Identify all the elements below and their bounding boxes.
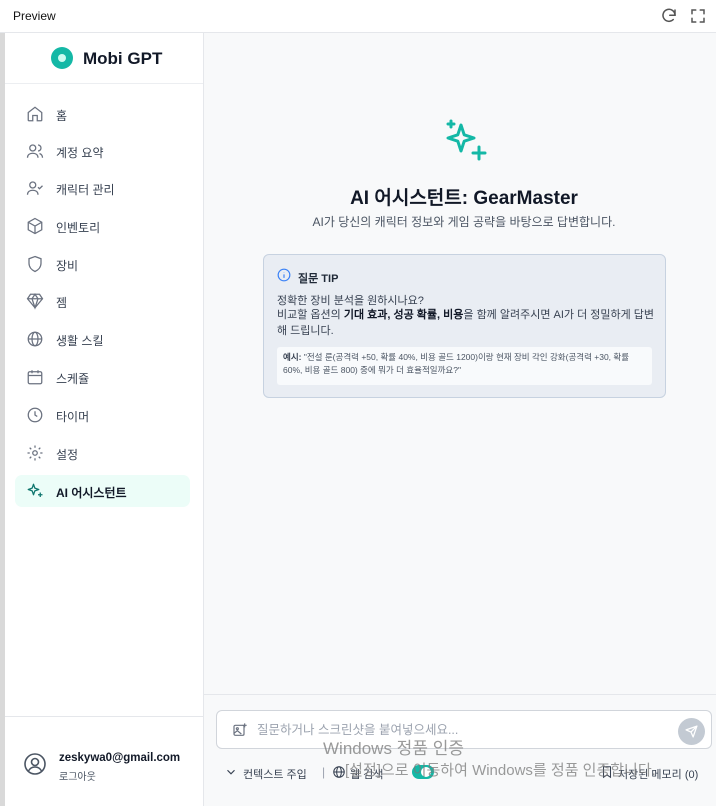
calendar-icon bbox=[26, 368, 44, 386]
globe-icon bbox=[26, 330, 44, 348]
sidebar-item-label: 장비 bbox=[56, 259, 79, 273]
avatar-icon[interactable] bbox=[23, 752, 47, 776]
send-button[interactable] bbox=[678, 718, 705, 745]
sidebar-item-label: AI 어시스턴트 bbox=[56, 486, 127, 500]
tip-highlight: 기대 효과, 성공 확률, 비용 bbox=[343, 309, 464, 321]
sidebar-item-label: 캐릭터 관리 bbox=[56, 183, 115, 197]
sidebar-item-label: 인벤토리 bbox=[56, 221, 101, 235]
sidebar-item-ai-assistant[interactable]: AI 어시스턴트 bbox=[15, 475, 190, 507]
sidebar-item-label: 생활 스킬 bbox=[56, 334, 104, 348]
logo-icon bbox=[51, 47, 73, 69]
shield-icon bbox=[26, 255, 44, 273]
sidebar-item-life-skills[interactable]: 생활 스킬 bbox=[15, 323, 190, 355]
window-titlebar: Preview bbox=[0, 0, 716, 33]
window-title: Preview bbox=[13, 9, 56, 23]
activation-watermark: Windows 정품 인증 bbox=[323, 739, 464, 758]
page-subtitle: AI가 당신의 캐릭터 정보와 게임 공략을 바탕으로 답변합니다. bbox=[312, 215, 616, 229]
clock-icon bbox=[26, 406, 44, 424]
logout-link[interactable]: 로그아웃 bbox=[59, 768, 96, 783]
sidebar-item-label: 계정 요약 bbox=[56, 146, 104, 160]
example-text: "전설 룬(공격력 +50, 확률 40%, 비용 골드 1200)이랑 현재 … bbox=[283, 352, 630, 375]
sidebar-item-timer[interactable]: 타이머 bbox=[15, 399, 190, 431]
gear-icon bbox=[26, 444, 44, 462]
divider: | bbox=[322, 765, 326, 779]
context-injection-toggle[interactable]: 컨텍스트 주입 bbox=[224, 762, 324, 782]
page-title: AI 어시스턴트: GearMaster bbox=[350, 188, 578, 209]
tip-question: 정확한 장비 분석을 원하시나요? bbox=[277, 295, 424, 307]
activation-watermark-detail: [설정]으로 이동하여 Windows를 정품 인증합니다. bbox=[345, 762, 656, 779]
sidebar-item-characters[interactable]: 캐릭터 관리 bbox=[15, 172, 190, 204]
sparkles-icon bbox=[26, 482, 44, 500]
example-label: 예시: bbox=[283, 352, 302, 362]
sidebar-item-label: 스케쥴 bbox=[56, 372, 90, 386]
sidebar: Mobi GPT 홈 계정 요약 캐릭터 관리 인벤토리 장비 젬 생활 스킬 … bbox=[5, 33, 204, 806]
sidebar-item-settings[interactable]: 설정 bbox=[15, 437, 190, 469]
tip-title: 질문 TIP bbox=[298, 273, 339, 285]
brand-header[interactable]: Mobi GPT bbox=[5, 33, 203, 84]
sidebar-item-label: 홈 bbox=[56, 109, 68, 123]
globe-icon bbox=[333, 766, 345, 778]
info-icon bbox=[277, 268, 291, 282]
gem-icon bbox=[26, 292, 44, 310]
sidebar-item-label: 타이머 bbox=[56, 410, 90, 424]
sidebar-item-label: 젬 bbox=[56, 296, 68, 310]
chat-input-box[interactable] bbox=[216, 710, 712, 749]
sidebar-item-home[interactable]: 홈 bbox=[15, 98, 190, 130]
sparkles-icon bbox=[443, 119, 487, 163]
sidebar-item-label: 설정 bbox=[56, 448, 79, 462]
brand-name: Mobi GPT bbox=[83, 49, 163, 68]
box-icon bbox=[26, 217, 44, 235]
image-add-icon[interactable] bbox=[232, 722, 248, 738]
sidebar-item-account-summary[interactable]: 계정 요약 bbox=[15, 135, 190, 167]
chevron-down-icon bbox=[227, 769, 235, 775]
tip-body: 비교할 옵션의 기대 효과, 성공 확률, 비용을 함께 알려주시면 AI가 더… bbox=[277, 309, 655, 337]
sidebar-item-inventory[interactable]: 인벤토리 bbox=[15, 210, 190, 242]
tip-example: 예시: "전설 룬(공격력 +50, 확률 40%, 비용 골드 1200)이랑… bbox=[277, 347, 652, 385]
fullscreen-icon[interactable] bbox=[689, 7, 707, 25]
main-panel: AI 어시스턴트: GearMaster AI가 당신의 캐릭터 정보와 게임 … bbox=[204, 33, 716, 806]
sidebar-item-gem[interactable]: 젬 bbox=[15, 285, 190, 317]
user-email: zeskywa0@gmail.com bbox=[59, 752, 181, 764]
sidebar-item-schedule[interactable]: 스케쥴 bbox=[15, 361, 190, 393]
refresh-icon[interactable] bbox=[660, 7, 678, 25]
tip-card: 질문 TIP 정확한 장비 분석을 원하시나요? 비교할 옵션의 기대 효과, … bbox=[263, 254, 666, 398]
home-icon bbox=[26, 105, 44, 123]
context-label: 컨텍스트 주입 bbox=[243, 769, 307, 781]
users-icon bbox=[26, 142, 44, 160]
user-profile: zeskywa0@gmail.com 로그아웃 bbox=[5, 716, 203, 796]
sidebar-item-equipment[interactable]: 장비 bbox=[15, 248, 190, 280]
user-check-icon bbox=[26, 179, 44, 197]
